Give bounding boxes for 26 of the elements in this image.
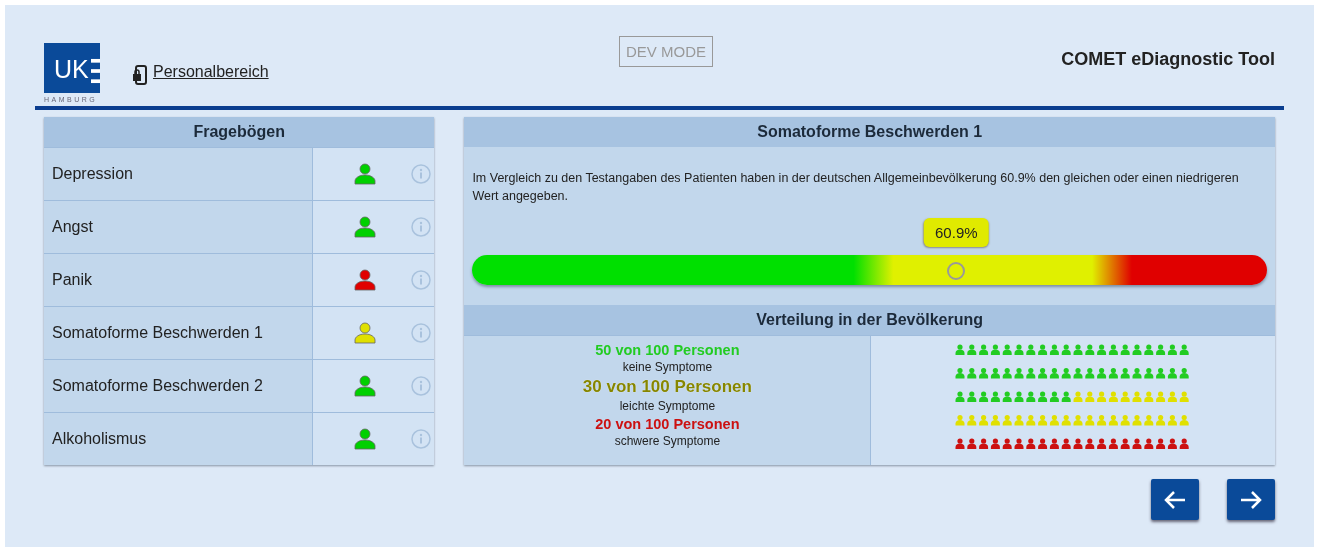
arrow-left-icon xyxy=(1164,489,1186,510)
logo: UK xyxy=(44,43,100,93)
group-count: 20 von 100 Personen xyxy=(595,416,740,432)
back-button[interactable] xyxy=(1151,479,1199,520)
result-description: Im Vergleich zu den Testangaben des Patienten haben in der deutschen Allgemeinbevölkerung 60.9% den gleichen oder einen niedrigeren Wert angegeben. xyxy=(471,170,1240,205)
info-icon[interactable] xyxy=(411,164,431,184)
group-description: schwere Symptome xyxy=(614,434,721,448)
group-description: leichte Symptome xyxy=(619,399,716,413)
arrow-right-icon xyxy=(1240,489,1262,510)
info-icon[interactable] xyxy=(411,429,431,449)
info-icon[interactable] xyxy=(411,323,431,343)
dev-mode-badge: DEV MODE xyxy=(619,36,713,67)
group-count: 50 von 100 Personen xyxy=(595,342,740,358)
panel-title: Somatoforme Beschwerden 1 xyxy=(464,117,1275,147)
next-button[interactable] xyxy=(1227,479,1275,520)
section-title: Verteilung in der Bevölkerung xyxy=(464,305,1275,335)
info-icon[interactable] xyxy=(411,376,431,396)
app-title: COMET eDiagnostic Tool xyxy=(1061,49,1275,70)
panel-title: Fragebögen xyxy=(44,117,435,147)
value-tooltip: 60.9% xyxy=(924,218,989,247)
group-count: 30 von 100 Personen xyxy=(582,377,752,397)
info-icon[interactable] xyxy=(411,270,431,290)
phone-lock-icon xyxy=(133,65,147,85)
personal-area-link[interactable]: Personalbereich xyxy=(153,63,269,81)
group-description: keine Symptome xyxy=(622,360,713,374)
info-icon[interactable] xyxy=(411,217,431,237)
